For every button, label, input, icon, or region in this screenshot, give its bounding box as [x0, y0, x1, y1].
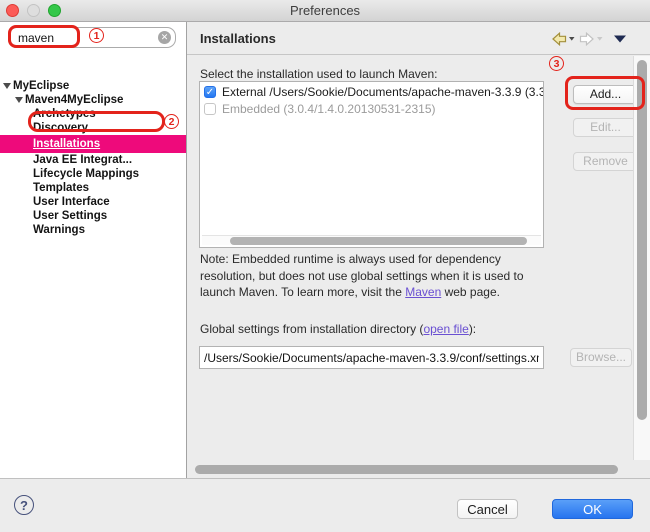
tree-item-label: User Interface	[33, 196, 110, 208]
tree-item-label: Lifecycle Mappings	[33, 168, 139, 180]
history-nav	[552, 32, 628, 49]
back-dropdown-icon	[569, 37, 575, 41]
installations-list[interactable]: ✓ External /Users/Sookie/Documents/apach…	[199, 81, 544, 248]
tree-item-discovery[interactable]: Discovery	[0, 121, 186, 135]
preferences-tree: MyEclipse Maven4MyEclipse Archetypes Dis…	[0, 79, 186, 237]
help-icon[interactable]: ?	[14, 495, 34, 515]
checkbox-checked-icon[interactable]: ✓	[204, 86, 216, 98]
forward-icon	[581, 33, 603, 45]
tree-item-label: Java EE Integrat...	[33, 154, 132, 166]
dialog-footer: ? Cancel OK	[0, 478, 650, 532]
tree-item-label: MyEclipse	[13, 80, 69, 92]
filter-search-field: ✕	[8, 27, 176, 48]
installation-row-embedded[interactable]: Embedded (3.0.4/1.4.0.20130531-2315)	[204, 102, 543, 116]
page-header: Installations	[187, 22, 650, 55]
global-settings-path-field[interactable]	[199, 346, 544, 369]
remove-button: Remove	[573, 152, 638, 171]
tree-item-java-ee-integration[interactable]: Java EE Integrat...	[0, 153, 186, 167]
view-menu-icon[interactable]	[614, 36, 626, 43]
expand-arrow-icon[interactable]	[15, 97, 23, 103]
tree-item-warnings[interactable]: Warnings	[0, 223, 186, 237]
tree-item-label: Maven4MyEclipse	[25, 94, 123, 106]
list-horizontal-scrollbar[interactable]	[202, 235, 541, 245]
note-text-after: web page.	[441, 285, 500, 299]
panel-hscrollbar-thumb[interactable]	[195, 465, 618, 474]
back-icon[interactable]	[553, 33, 575, 45]
installation-row-external[interactable]: ✓ External /Users/Sookie/Documents/apach…	[204, 85, 543, 99]
preferences-window: Preferences ✕ MyEclipse Maven4MyEclipse …	[0, 0, 650, 532]
list-scrollbar-thumb[interactable]	[230, 237, 527, 245]
tree-item-maven4myeclipse[interactable]: Maven4MyEclipse	[0, 93, 186, 107]
tree-item-label: Installations	[33, 138, 100, 150]
tree-item-label: Discovery	[33, 122, 88, 134]
checkbox-unchecked-icon[interactable]	[204, 103, 216, 115]
page-title: Installations	[200, 31, 276, 46]
content-area: ✕ MyEclipse Maven4MyEclipse Archetypes D…	[0, 22, 650, 478]
tree-item-installations[interactable]: Installations	[0, 135, 186, 153]
panel-vscrollbar-thumb[interactable]	[637, 60, 647, 420]
tree-item-archetypes[interactable]: Archetypes	[0, 107, 186, 121]
tree-item-user-settings[interactable]: User Settings	[0, 209, 186, 223]
edit-button: Edit...	[573, 118, 638, 137]
expand-arrow-icon[interactable]	[3, 83, 11, 89]
main-panel: Installations Select	[187, 22, 650, 478]
window-title: Preferences	[0, 3, 650, 18]
tree-item-templates[interactable]: Templates	[0, 181, 186, 195]
tree-item-label: Templates	[33, 182, 89, 194]
maven-link[interactable]: Maven	[405, 285, 441, 299]
titlebar[interactable]: Preferences	[0, 0, 650, 22]
ok-button[interactable]: OK	[552, 499, 633, 519]
filter-input[interactable]	[8, 27, 176, 48]
installation-label: Embedded (3.0.4/1.4.0.20130531-2315)	[222, 102, 436, 116]
add-button[interactable]: Add...	[573, 85, 638, 104]
global-settings-text-after: ):	[469, 322, 476, 336]
tree-item-label: Warnings	[33, 224, 85, 236]
select-installation-label: Select the installation used to launch M…	[200, 67, 437, 81]
browse-button: Browse...	[570, 348, 632, 367]
tree-item-label: User Settings	[33, 210, 107, 222]
installation-label: External /Users/Sookie/Documents/apache-…	[222, 85, 543, 99]
global-settings-label: Global settings from installation direct…	[200, 322, 476, 336]
panel-horizontal-scrollbar[interactable]	[187, 461, 633, 478]
open-file-link[interactable]: open file	[423, 322, 468, 336]
global-settings-text: Global settings from installation direct…	[200, 322, 423, 336]
embedded-runtime-note: Note: Embedded runtime is always used fo…	[200, 251, 558, 301]
panel-vertical-scrollbar[interactable]	[633, 56, 650, 460]
tree-item-myeclipse[interactable]: MyEclipse	[0, 79, 186, 93]
clear-search-icon[interactable]: ✕	[158, 31, 171, 44]
tree-item-user-interface[interactable]: User Interface	[0, 195, 186, 209]
tree-item-label: Archetypes	[33, 108, 96, 120]
sidebar: ✕ MyEclipse Maven4MyEclipse Archetypes D…	[0, 22, 187, 478]
forward-dropdown-icon	[597, 37, 603, 41]
cancel-button[interactable]: Cancel	[457, 499, 518, 519]
tree-item-lifecycle-mappings[interactable]: Lifecycle Mappings	[0, 167, 186, 181]
